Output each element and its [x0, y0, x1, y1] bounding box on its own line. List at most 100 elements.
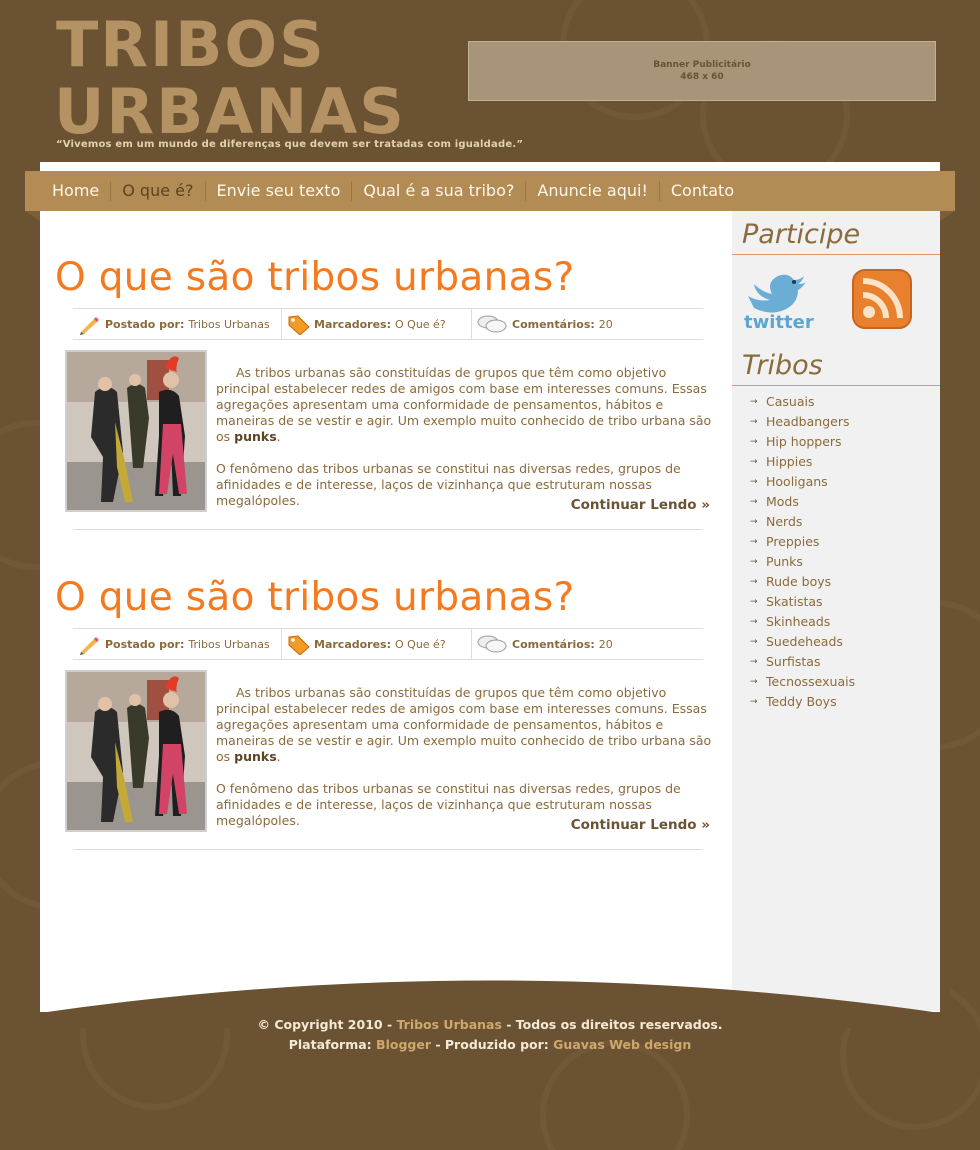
- arrow-right-icon: →: [750, 577, 758, 587]
- arrow-right-icon: →: [750, 537, 758, 547]
- tribo-item[interactable]: → Tecnossexuais: [750, 672, 855, 692]
- nav-fold-left: [25, 211, 40, 221]
- logo-line1: TRIBOS: [56, 8, 326, 81]
- post-tags: Marcadores: O Que é?: [282, 628, 472, 660]
- nav-home[interactable]: Home: [42, 181, 110, 201]
- comments-icon: [477, 315, 507, 333]
- post-thumbnail[interactable]: [65, 350, 207, 512]
- tags-label: Marcadores:: [314, 317, 391, 331]
- tribo-item[interactable]: → Nerds: [750, 512, 855, 532]
- nav-fold-right: [940, 211, 955, 221]
- nav-anuncie[interactable]: Anuncie aqui!: [525, 181, 659, 201]
- tribo-item[interactable]: → Rude boys: [750, 572, 855, 592]
- post-paragraph-1: As tribos urbanas são constituídas de gr…: [216, 685, 712, 764]
- footer-credits: Plataforma: Blogger - Produzido por: Gua…: [0, 1035, 980, 1055]
- tribo-item[interactable]: → Headbangers: [750, 412, 855, 432]
- tribo-label: Preppies: [766, 534, 820, 549]
- post-title[interactable]: O que são tribos urbanas?: [55, 576, 720, 620]
- post-paragraph-1: As tribos urbanas são constituídas de gr…: [216, 365, 712, 444]
- comments-label: Comentários:: [512, 317, 595, 331]
- arrow-right-icon: →: [750, 417, 758, 427]
- pencil-icon: [80, 317, 99, 335]
- blogger-link[interactable]: Blogger: [376, 1037, 431, 1052]
- tribo-item[interactable]: → Mods: [750, 492, 855, 512]
- nav-envie-texto[interactable]: Envie seu texto: [204, 181, 352, 201]
- participe-heading: Participe: [742, 219, 861, 250]
- arrow-right-icon: →: [750, 517, 758, 527]
- ad-banner[interactable]: Banner Publicitário 468 x 60: [468, 41, 936, 101]
- tribo-label: Skatistas: [766, 594, 823, 609]
- tags-value[interactable]: O Que é?: [395, 638, 446, 651]
- arrow-right-icon: →: [750, 617, 758, 627]
- twitter-link[interactable]: twitter: [740, 266, 820, 333]
- read-more-link[interactable]: Continuar Lendo »: [571, 817, 710, 833]
- post-thumbnail[interactable]: [65, 670, 207, 832]
- arrow-right-icon: →: [750, 677, 758, 687]
- post-comments[interactable]: Comentários: 20: [472, 628, 621, 660]
- tribo-item[interactable]: → Surfistas: [750, 652, 855, 672]
- nav-o-que-e[interactable]: O que é?: [110, 181, 204, 201]
- rss-feed-link[interactable]: [852, 269, 912, 329]
- post: O que são tribos urbanas? Postado por: T…: [55, 576, 720, 850]
- tribo-item[interactable]: → Hip hoppers: [750, 432, 855, 452]
- post-tags: Marcadores: O Que é?: [282, 308, 472, 340]
- post-title[interactable]: O que são tribos urbanas?: [55, 256, 720, 300]
- tribo-item[interactable]: → Hooligans: [750, 472, 855, 492]
- author-name[interactable]: Tribos Urbanas: [188, 318, 269, 331]
- tribo-label: Punks: [766, 554, 803, 569]
- tribo-item[interactable]: → Teddy Boys: [750, 692, 855, 712]
- arrow-right-icon: →: [750, 557, 758, 567]
- post-author: Postado por: Tribos Urbanas: [73, 308, 282, 340]
- tribo-label: Nerds: [766, 514, 803, 529]
- footer-site-link[interactable]: Tribos Urbanas: [397, 1017, 502, 1032]
- copyright-prefix: © Copyright 2010 -: [257, 1017, 393, 1032]
- tribo-label: Mods: [766, 494, 799, 509]
- banner-size: 468 x 60: [680, 72, 724, 82]
- tribo-item[interactable]: → Casuais: [750, 392, 855, 412]
- arrow-right-icon: →: [750, 657, 758, 667]
- arrow-right-icon: →: [750, 457, 758, 467]
- comments-icon: [477, 635, 507, 653]
- arrow-right-icon: →: [750, 397, 758, 407]
- tribo-label: Hooligans: [766, 474, 828, 489]
- twitter-label: twitter: [744, 312, 814, 332]
- read-more-link[interactable]: Continuar Lendo »: [571, 497, 710, 513]
- tag-icon: [288, 635, 310, 655]
- post: O que são tribos urbanas? Postado por: T…: [55, 256, 720, 530]
- platform-label: Plataforma:: [288, 1037, 372, 1052]
- post-comments[interactable]: Comentários: 20: [472, 308, 621, 340]
- arrow-right-icon: →: [750, 597, 758, 607]
- tribo-item[interactable]: → Punks: [750, 552, 855, 572]
- post-bold-word: punks: [234, 749, 277, 764]
- site-tagline: “Vivemos em um mundo de diferenças que d…: [56, 139, 524, 150]
- tribo-item[interactable]: → Skatistas: [750, 592, 855, 612]
- logo-line2: URBANAS: [54, 75, 406, 138]
- tribo-label: Rude boys: [766, 574, 832, 589]
- post-author: Postado por: Tribos Urbanas: [73, 628, 282, 660]
- comments-count: 20: [598, 637, 613, 651]
- tribo-label: Skinheads: [766, 614, 831, 629]
- nav-qual-tribo[interactable]: Qual é a sua tribo?: [351, 181, 525, 201]
- comments-count: 20: [598, 317, 613, 331]
- tags-value[interactable]: O Que é?: [395, 318, 446, 331]
- pencil-icon: [80, 637, 99, 655]
- rss-icon: [852, 269, 912, 329]
- arrow-right-icon: →: [750, 637, 758, 647]
- site-logo[interactable]: TRIBOS URBANAS: [54, 6, 434, 148]
- copyright-suffix: - Todos os direitos reservados.: [506, 1017, 723, 1032]
- arrow-right-icon: →: [750, 477, 758, 487]
- tribo-item[interactable]: → Hippies: [750, 452, 855, 472]
- tribo-item[interactable]: → Skinheads: [750, 612, 855, 632]
- post-bold-word: punks: [234, 429, 277, 444]
- tribo-item[interactable]: → Preppies: [750, 532, 855, 552]
- producer-link[interactable]: Guavas Web design: [553, 1037, 691, 1052]
- tribo-label: Casuais: [766, 394, 815, 409]
- tribos-heading: Tribos: [742, 350, 823, 381]
- tribo-item[interactable]: → Suedeheads: [750, 632, 855, 652]
- post-divider: [73, 529, 703, 530]
- tribo-label: Surfistas: [766, 654, 821, 669]
- nav-contato[interactable]: Contato: [658, 181, 745, 201]
- tribo-label: Hip hoppers: [766, 434, 842, 449]
- arrow-right-icon: →: [750, 697, 758, 707]
- author-name[interactable]: Tribos Urbanas: [188, 638, 269, 651]
